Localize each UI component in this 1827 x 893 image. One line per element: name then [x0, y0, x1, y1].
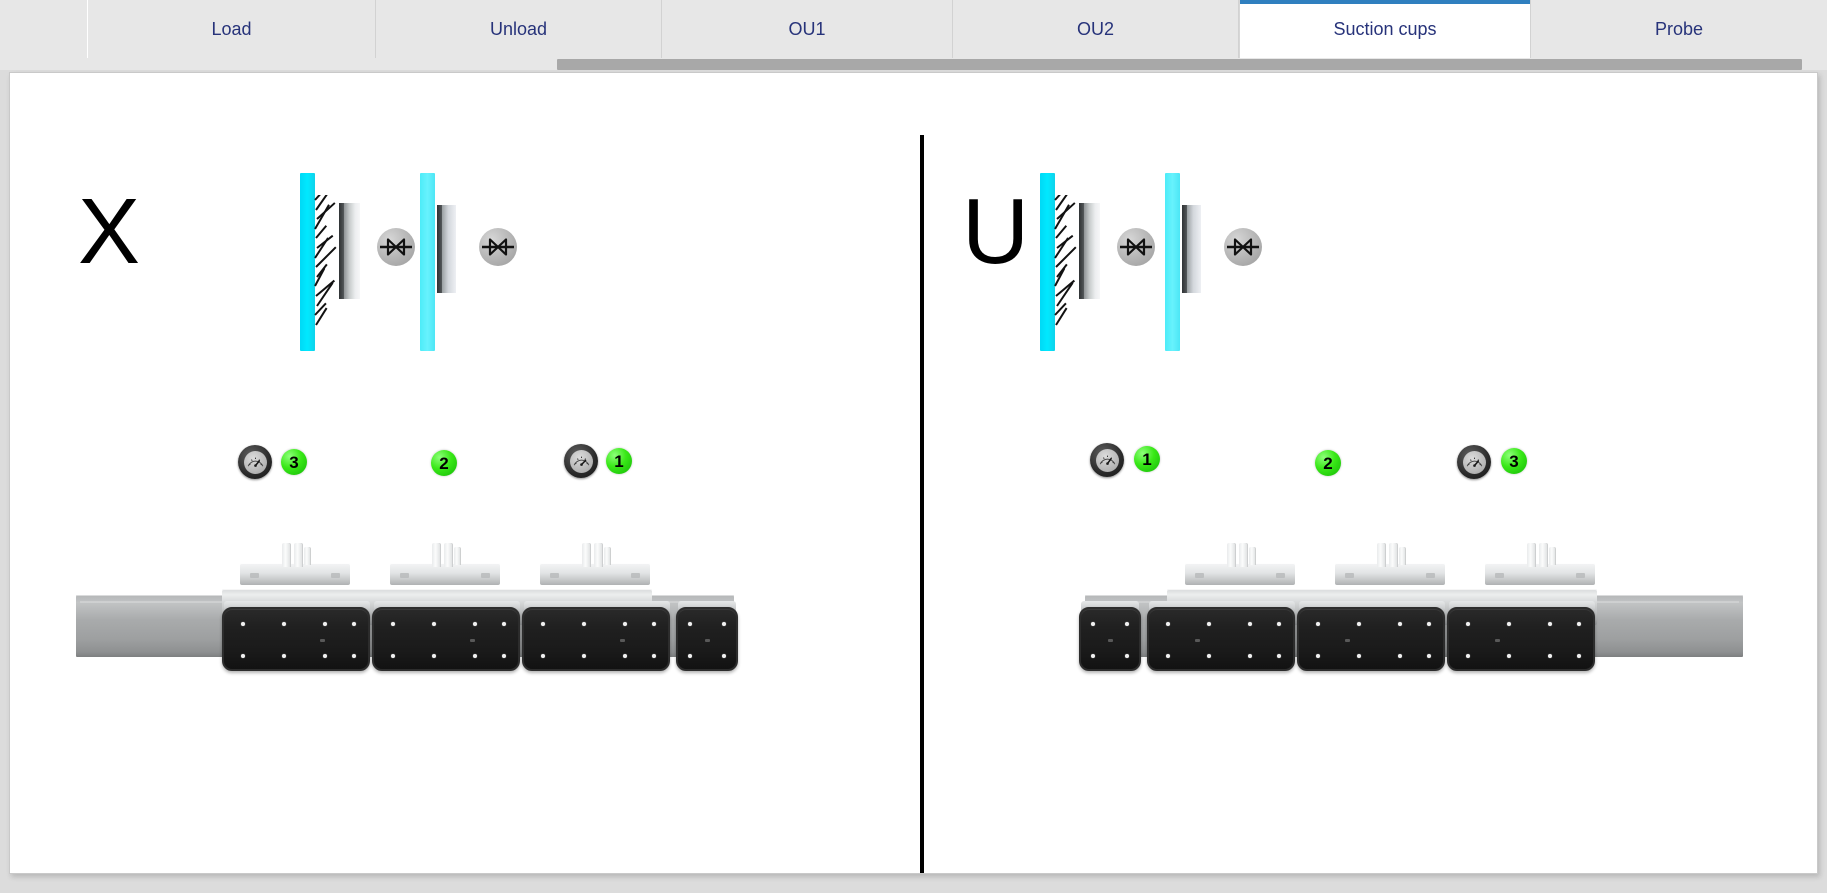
suction-pad-u-end[interactable]	[1079, 607, 1141, 671]
tab-scrollbar-thumb[interactable]	[557, 59, 1802, 70]
suction-pad-x-end[interactable]	[676, 607, 738, 671]
status-badge-u-3[interactable]: 3	[1501, 448, 1527, 474]
butterfly-valve-icon-x-2[interactable]	[479, 228, 517, 266]
pressure-gauge-icon-u-1[interactable]	[1090, 443, 1124, 477]
tab-ou1-label: OU1	[788, 18, 826, 39]
fitting-x-2a	[432, 543, 441, 567]
tab-suction-cups-label: Suction cups	[1333, 18, 1437, 39]
butterfly-valve-icon-u-1[interactable]	[1117, 228, 1155, 266]
fitting-x-2c	[454, 547, 461, 565]
fitting-u-3a	[1527, 543, 1536, 567]
pressure-gauge-icon-u-3[interactable]	[1457, 445, 1491, 479]
status-badge-x-1[interactable]: 1	[606, 448, 632, 474]
plate-light-u-2	[1187, 205, 1201, 293]
suction-pad-x-2[interactable]	[372, 607, 520, 671]
tab-ou2[interactable]: OU2	[953, 0, 1239, 58]
tab-unload-label: Unload	[489, 18, 548, 39]
tab-bar: Load Unload OU1 OU2 Suction cups Probe	[0, 0, 1827, 58]
suction-pad-x-1[interactable]	[222, 607, 370, 671]
butterfly-valve-icon-u-2[interactable]	[1224, 228, 1262, 266]
glass-bar-u-1	[1040, 173, 1055, 351]
section-label-u: U	[962, 179, 1030, 283]
status-badge-u-2[interactable]: 2	[1315, 450, 1341, 476]
fitting-u-3b	[1539, 543, 1548, 567]
section-divider	[920, 135, 924, 873]
tab-load-label: Load	[211, 18, 252, 39]
fitting-u-1b	[1239, 543, 1248, 567]
pressure-gauge-icon-x-1[interactable]	[564, 444, 598, 478]
tab-probe[interactable]: Probe	[1531, 0, 1827, 58]
tab-load[interactable]: Load	[88, 0, 376, 58]
suction-pad-u-1[interactable]	[1147, 607, 1295, 671]
fitting-u-2a	[1377, 543, 1386, 567]
fitting-x-3b	[594, 543, 603, 567]
glass-bar-u-2	[1165, 173, 1180, 351]
plate-metal-u-1	[1084, 203, 1100, 299]
status-badge-u-1[interactable]: 1	[1134, 446, 1160, 472]
glass-bar-x-2	[420, 173, 435, 351]
plate-metal-x-1	[344, 203, 360, 299]
section-label-x: X	[78, 179, 141, 283]
fitting-u-2b	[1389, 543, 1398, 567]
suction-pad-x-3[interactable]	[522, 607, 670, 671]
tab-suction-cups[interactable]: Suction cups	[1239, 0, 1531, 58]
fitting-u-2c	[1399, 547, 1406, 565]
fitting-x-1a	[282, 543, 291, 567]
fitting-x-2b	[444, 543, 453, 567]
fitting-u-3c	[1549, 547, 1556, 565]
fitting-u-1a	[1227, 543, 1236, 567]
status-badge-x-2[interactable]: 2	[431, 450, 457, 476]
butterfly-valve-icon-x-1[interactable]	[377, 228, 415, 266]
application-window: Load Unload OU1 OU2 Suction cups Probe X	[0, 0, 1827, 893]
fitting-x-3c	[604, 547, 611, 565]
tab-partial-left[interactable]	[0, 0, 88, 58]
suction-pad-u-3[interactable]	[1447, 607, 1595, 671]
status-badge-x-3[interactable]: 3	[281, 449, 307, 475]
suction-pad-u-2[interactable]	[1297, 607, 1445, 671]
valve-assembly-u-2[interactable]	[1165, 173, 1335, 363]
glass-bar-x-1	[300, 173, 315, 351]
fitting-x-3a	[582, 543, 591, 567]
tab-ou1[interactable]: OU1	[662, 0, 953, 58]
valve-assembly-x-2[interactable]	[420, 173, 590, 363]
suction-cups-panel: X 3 2 1 U 1 2 3	[9, 72, 1818, 874]
pressure-gauge-icon-x-3[interactable]	[238, 445, 272, 479]
fitting-x-1b	[294, 543, 303, 567]
fitting-x-1c	[304, 547, 311, 565]
tab-probe-label: Probe	[1654, 18, 1704, 39]
tab-ou2-label: OU2	[1076, 18, 1114, 39]
fitting-u-1c	[1249, 547, 1256, 565]
plate-light-x-2	[442, 205, 456, 293]
tab-unload[interactable]: Unload	[376, 0, 662, 58]
